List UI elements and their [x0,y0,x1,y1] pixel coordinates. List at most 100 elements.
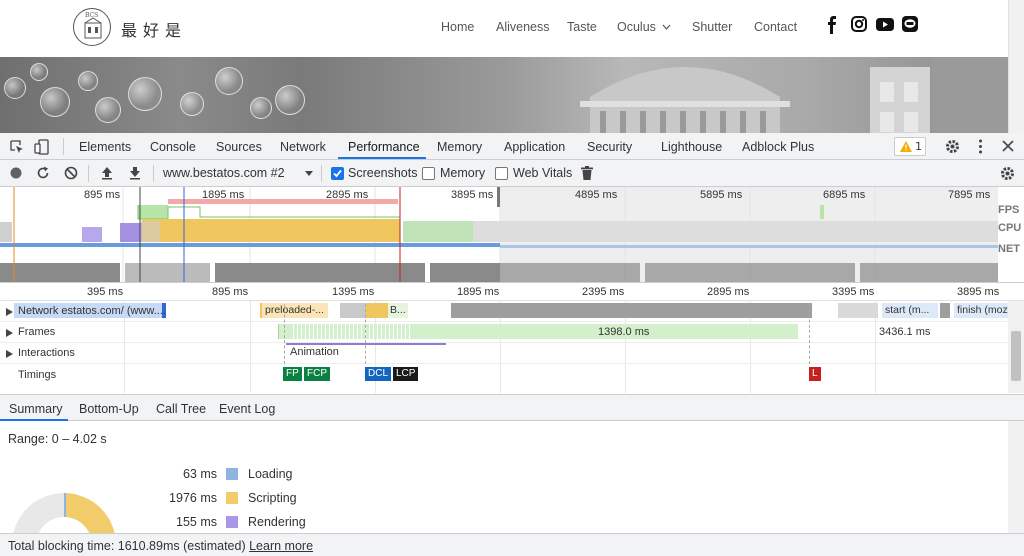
nav-oculus[interactable]: Oculus [617,20,656,34]
hero-image [0,57,1008,133]
instagram-icon[interactable] [851,16,867,32]
status-text: Total blocking time: 1610.89ms (estimate… [8,539,313,553]
lcp-marker[interactable]: LCP [393,367,419,381]
clear-icon[interactable] [64,166,78,180]
tab-event-log[interactable]: Event Log [219,402,275,416]
website-viewport: BCS 最好是 Home Aliveness Taste Oculus Shut… [0,0,1024,133]
nav-shutter[interactable]: Shutter [692,20,732,34]
ruler-tick: 3895 ms [957,286,1000,298]
tracks-scrollbar[interactable] [1008,301,1024,393]
youtube-icon[interactable] [876,18,894,31]
nav-taste[interactable]: Taste [567,20,597,34]
tab-elements[interactable]: Elements [79,140,131,154]
tab-summary[interactable]: Summary [9,402,62,416]
site-brand[interactable]: 最好是 [121,17,187,41]
divider [63,138,64,155]
nav-contact[interactable]: Contact [754,20,797,34]
network-request-finish[interactable]: finish (moz [954,303,1008,318]
ruler-tick: 895 ms [212,286,249,298]
dcl-marker[interactable]: DCL [365,367,392,381]
load-marker[interactable]: L [809,367,821,381]
timeline-overview[interactable]: 895 ms 1895 ms 2895 ms 3895 ms 4895 ms 5… [0,187,1024,283]
expand-triangle-icon[interactable] [6,350,13,358]
fcp-marker[interactable]: FCP [304,367,330,381]
bubble [215,67,243,95]
nav-aliveness[interactable]: Aliveness [496,20,550,34]
animation-label[interactable]: Animation [290,346,339,358]
network-request[interactable] [451,303,812,318]
expand-triangle-icon[interactable] [6,308,13,316]
frame-duration: 3436.1 ms [879,326,931,338]
dropdown-arrow-icon[interactable] [305,171,313,176]
tab-performance[interactable]: Performance [348,140,420,154]
memory-checkbox[interactable] [422,167,435,180]
tab-console[interactable]: Console [150,140,196,154]
ruler-tick: 3395 ms [832,286,875,298]
learn-more-link[interactable]: Learn more [249,539,313,553]
network-request-preloaded[interactable]: preloaded-... [260,303,328,318]
timings-track[interactable]: Timings FP FCP DCL LCP L [0,304,1008,388]
warnings-badge[interactable]: 1 [894,137,926,156]
tab-network[interactable]: Network [280,140,326,154]
line-icon[interactable] [902,16,918,32]
ruler-tick: 1395 ms [332,286,375,298]
frames-track[interactable]: Frames 1398.0 ms 3436.1 ms [0,322,1008,343]
timeline-tracks[interactable]: Network estatos.com/ (www.... preloaded-… [0,301,1008,393]
network-request-start[interactable]: start (m... [882,303,938,318]
timeline-ruler: 395 ms 895 ms 1395 ms 1895 ms 2395 ms 28… [0,283,1024,301]
nav-home[interactable]: Home [441,20,474,34]
trash-icon[interactable] [581,166,593,180]
profile-select[interactable]: www.bestatos.com #2 [163,166,285,180]
summary-scrollbar[interactable] [1008,421,1024,533]
memory-label[interactable]: Memory [440,166,485,180]
marker-line [365,304,366,364]
network-request-b[interactable]: B... [388,303,408,318]
scrollbar-thumb[interactable] [1011,331,1021,381]
network-request[interactable] [340,303,366,318]
tab-lighthouse[interactable]: Lighthouse [661,140,722,154]
network-track[interactable]: Network estatos.com/ (www.... preloaded-… [0,301,1008,322]
record-icon[interactable] [10,167,22,179]
site-logo[interactable]: BCS [73,8,111,46]
loading-time: 63 ms [182,467,217,481]
tab-security[interactable]: Security [587,140,632,154]
network-request[interactable] [940,303,950,318]
tab-sources[interactable]: Sources [216,140,262,154]
details-tabbar: Summary Bottom-Up Call Tree Event Log [0,394,1024,421]
inspect-element-icon[interactable] [10,140,24,154]
overview-tick: 895 ms [84,189,121,201]
expand-triangle-icon[interactable] [6,329,13,337]
tab-application[interactable]: Application [504,140,565,154]
close-icon[interactable] [1002,140,1014,152]
screenshots-label[interactable]: Screenshots [348,166,417,180]
bubble [180,92,204,116]
tab-memory[interactable]: Memory [437,140,482,154]
capture-settings-icon[interactable] [1000,166,1015,181]
tab-call-tree[interactable]: Call Tree [156,402,206,416]
network-request[interactable] [366,303,388,318]
site-header: BCS 最好是 Home Aliveness Taste Oculus Shut… [0,0,1008,57]
upload-icon[interactable] [101,166,113,180]
tab-bottom-up[interactable]: Bottom-Up [79,402,139,416]
net-label: NET [998,243,1020,255]
reload-profile-icon[interactable] [36,166,50,180]
network-request[interactable] [838,303,878,318]
network-track-label: Network estatos.com/ (www.... [18,305,166,317]
tab-adblock-plus[interactable]: Adblock Plus [742,140,814,154]
fp-marker[interactable]: FP [283,367,302,381]
webvitals-label[interactable]: Web Vitals [513,166,572,180]
interactions-track[interactable]: Interactions Animation [0,343,1008,364]
device-toolbar-icon[interactable] [34,139,50,155]
screenshots-checkbox[interactable] [331,167,344,180]
marker-line [809,304,810,364]
more-options-icon[interactable] [978,139,983,154]
settings-gear-icon[interactable] [945,139,960,154]
timings-track-label: Timings [18,369,57,381]
webvitals-checkbox[interactable] [495,167,508,180]
facebook-icon[interactable] [826,16,838,34]
interactions-track-label: Interactions [18,347,75,359]
download-icon[interactable] [129,166,141,180]
frame-duration: 1398.0 ms [598,326,650,338]
summary-pie-chart [13,493,115,533]
page-scrollbar[interactable] [1008,0,1024,133]
